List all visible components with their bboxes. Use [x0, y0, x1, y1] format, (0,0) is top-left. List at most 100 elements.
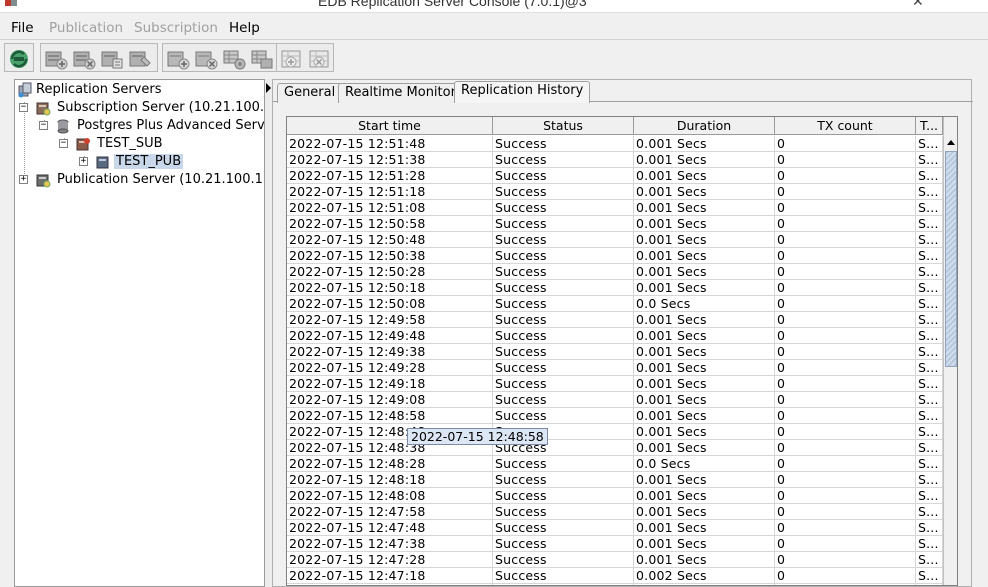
cell-duration: 0.001 Secs [634, 152, 775, 168]
expand-toggle[interactable]: + [19, 175, 28, 184]
tab-realtime-monitor[interactable]: Realtime Monitor [338, 83, 463, 103]
cell-start-time: 2022-07-15 12:50:48 [287, 232, 493, 248]
table-row[interactable]: 2022-07-15 12:51:48 Success 0.001 Secs 0 S..… [287, 136, 943, 152]
cell-tx-count: 0 [775, 344, 916, 360]
table-row[interactable]: 2022-07-15 12:47:28 Success 0.001 Secs 0 S..… [287, 552, 943, 568]
cell-status: Success [493, 216, 634, 232]
add-publication-icon[interactable] [165, 47, 191, 71]
title-bar: EDB Replication Server Console (7.0.1)@3… [0, 0, 988, 13]
table-row[interactable]: 2022-07-15 12:51:38 Success 0.001 Secs 0 S..… [287, 152, 943, 168]
table-row[interactable]: 2022-07-15 12:49:08 Success 0.001 Secs 0 S..… [287, 392, 943, 408]
cell-tx-count: 0 [775, 136, 916, 152]
cell-type: S... [916, 152, 943, 168]
menu-help[interactable]: Help [229, 20, 260, 36]
table-row[interactable]: 2022-07-15 12:48:18 Success 0.001 Secs 0 S..… [287, 472, 943, 488]
collapse-toggle[interactable]: − [59, 139, 68, 148]
column-start-time[interactable]: Start time [287, 117, 493, 135]
cell-duration: 0.001 Secs [634, 248, 775, 264]
subscription-icon [76, 138, 90, 151]
cell-type: S... [916, 312, 943, 328]
cell-start-time: 2022-07-15 12:50:58 [287, 216, 493, 232]
server-props-icon[interactable] [99, 47, 125, 71]
cell-type: S... [916, 184, 943, 200]
table-row[interactable]: 2022-07-15 12:51:18 Success 0.001 Secs 0 S..… [287, 184, 943, 200]
cell-status: Success [493, 312, 634, 328]
add-server-icon[interactable] [43, 47, 69, 71]
close-window-icon[interactable]: ✕ [912, 0, 924, 10]
test-sub-label: TEST_SUB [97, 136, 163, 151]
remove-publication-icon[interactable] [193, 47, 219, 71]
table-row[interactable]: 2022-07-15 12:47:08Success0.001 Secs0S..… [287, 584, 943, 585]
cell-start-time: 2022-07-15 12:47:28 [287, 552, 493, 568]
table-row[interactable]: 2022-07-15 12:50:08 Success 0.0 Secs 0 S... [287, 296, 943, 312]
cell-start-time: 2022-07-15 12:49:18 [287, 376, 493, 392]
column-status[interactable]: Status [493, 117, 634, 135]
cell-duration: 0.001 Secs [634, 536, 775, 552]
column-type[interactable]: T... [916, 117, 943, 135]
table-row[interactable]: 2022-07-15 12:50:48 Success 0.001 Secs 0 S..… [287, 232, 943, 248]
menu-publication[interactable]: Publication [49, 20, 123, 36]
cell-type: S... [916, 360, 943, 376]
toolbar [0, 41, 988, 73]
cell-duration: 0.001 Secs [634, 504, 775, 520]
menu-subscription[interactable]: Subscription [134, 20, 218, 36]
remove-server-icon[interactable] [71, 47, 97, 71]
table-row[interactable]: 2022-07-15 12:48:38 Success 0.001 Secs 0 S..… [287, 440, 943, 456]
table-row[interactable]: 2022-07-15 12:48:58 Success 0.001 Secs 0 S..… [287, 408, 943, 424]
tab-bar: General Realtime Monitor Replication His… [273, 80, 973, 103]
scroll-thumb[interactable] [945, 151, 957, 367]
tab-general[interactable]: General [277, 83, 343, 103]
cell-duration: 0.0 Secs [634, 296, 775, 312]
cell-type: S... [916, 376, 943, 392]
column-tx-count[interactable]: TX count [775, 117, 916, 135]
server-config-icon[interactable] [127, 47, 153, 71]
expand-toggle[interactable]: + [79, 157, 88, 166]
column-duration[interactable]: Duration [634, 117, 775, 135]
cell-duration: 0.001 Secs [634, 584, 775, 585]
cell-tx-count: 0 [775, 360, 916, 376]
table-row[interactable]: 2022-07-15 12:49:38 Success 0.001 Secs 0 S..… [287, 344, 943, 360]
cell-start-time: 2022-07-15 12:50:18 [287, 280, 493, 296]
table-row[interactable]: 2022-07-15 12:48:28 Success 0.0 Secs 0 S... [287, 456, 943, 472]
table-row[interactable]: 2022-07-15 12:51:28 Success 0.001 Secs 0 S..… [287, 168, 943, 184]
table-row[interactable]: 2022-07-15 12:50:38 Success 0.001 Secs 0 S..… [287, 248, 943, 264]
table-row[interactable]: 2022-07-15 12:51:08 Success 0.001 Secs 0 S..… [287, 200, 943, 216]
cell-status: Success [493, 360, 634, 376]
add-subscription-icon[interactable] [279, 47, 305, 71]
cell-type: S... [916, 552, 943, 568]
table-row[interactable]: 2022-07-15 12:48:48Success0.001 Secs0S..… [287, 424, 943, 440]
tab-replication-history[interactable]: Replication History [454, 81, 591, 103]
refresh-icon[interactable] [6, 47, 32, 71]
collapse-arrow-icon[interactable] [266, 83, 271, 93]
cell-duration: 0.001 Secs [634, 424, 775, 440]
table-row[interactable]: 2022-07-15 12:50:18 Success 0.001 Secs 0 S..… [287, 280, 943, 296]
table-row[interactable]: 2022-07-15 12:48:08 Success 0.001 Secs 0 S..… [287, 488, 943, 504]
cell-duration: 0.001 Secs [634, 184, 775, 200]
remove-subscription-icon[interactable] [307, 47, 333, 71]
collapse-toggle[interactable]: − [39, 121, 48, 130]
server-tree: Replication Servers − Subscription Serve… [14, 79, 265, 587]
publication-filter-icon[interactable] [249, 47, 275, 71]
table-row[interactable]: 2022-07-15 12:49:18 Success 0.001 Secs 0 S..… [287, 376, 943, 392]
table-row[interactable]: 2022-07-15 12:49:48 Success 0.001 Secs 0 S..… [287, 328, 943, 344]
cell-status: Success [493, 504, 634, 520]
table-header: Start time Status Duration TX count T... [287, 117, 943, 135]
table-row[interactable]: 2022-07-15 12:49:28 Success 0.001 Secs 0 S..… [287, 360, 943, 376]
cell-status: Success [493, 264, 634, 280]
table-row[interactable]: 2022-07-15 12:47:18 Success 0.002 Secs 0 S..… [287, 568, 943, 584]
table-row[interactable]: 2022-07-15 12:47:58 Success 0.001 Secs 0 S..… [287, 504, 943, 520]
vertical-scrollbar[interactable] [943, 117, 957, 585]
table-row[interactable]: 2022-07-15 12:50:58 Success 0.001 Secs 0 S..… [287, 216, 943, 232]
publication-tables-icon[interactable] [221, 47, 247, 71]
splitter[interactable] [265, 79, 272, 587]
table-row[interactable]: 2022-07-15 12:47:38 Success 0.001 Secs 0 S..… [287, 536, 943, 552]
table-row[interactable]: 2022-07-15 12:47:48 Success 0.001 Secs 0 S..… [287, 520, 943, 536]
collapse-toggle[interactable]: − [19, 103, 28, 112]
cell-start-time: 2022-07-15 12:47:08 [287, 584, 493, 585]
cell-status: Success [493, 248, 634, 264]
table-row[interactable]: 2022-07-15 12:49:58 Success 0.001 Secs 0 S..… [287, 312, 943, 328]
table-row[interactable]: 2022-07-15 12:50:28 Success 0.001 Secs 0 S..… [287, 264, 943, 280]
scroll-up-icon[interactable] [944, 136, 957, 150]
toolbar-group-server [40, 43, 158, 72]
menu-file[interactable]: File [11, 20, 34, 36]
